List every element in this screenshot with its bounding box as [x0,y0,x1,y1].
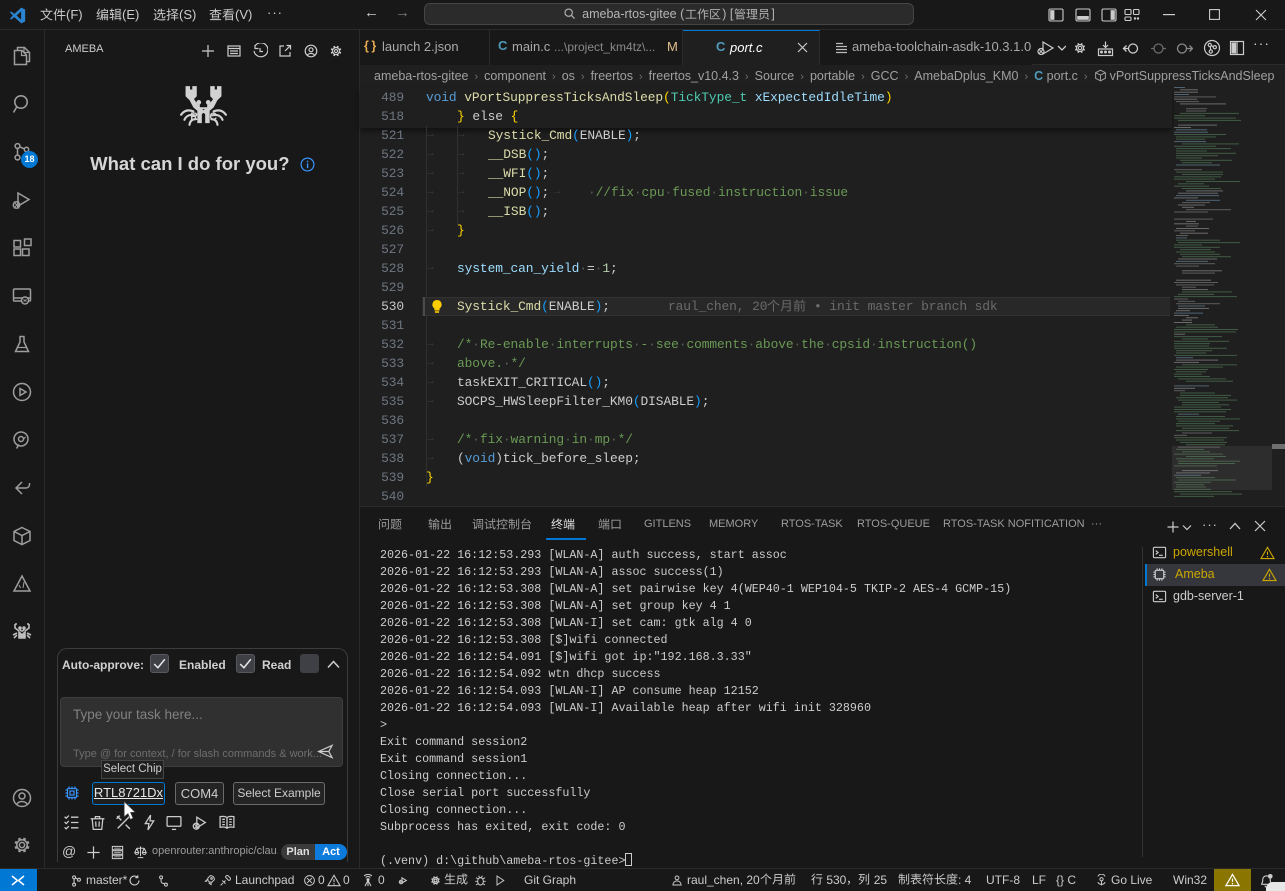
svg-text:R: R [190,111,198,123]
svg-text:C: C [209,111,217,123]
